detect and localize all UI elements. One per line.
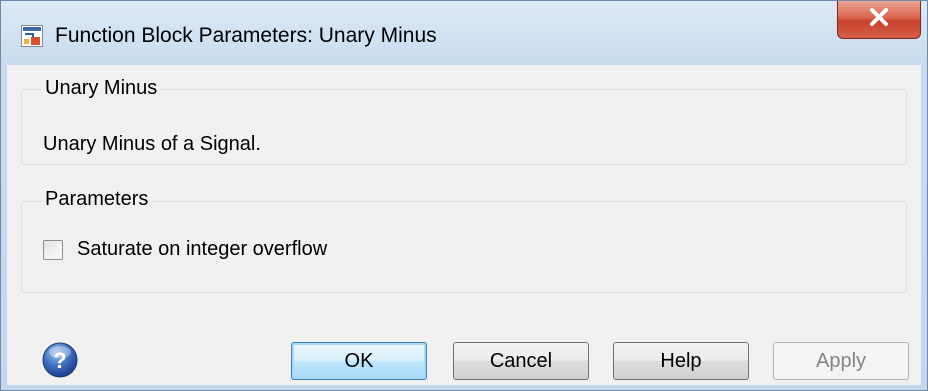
close-button[interactable] <box>837 1 921 39</box>
saturate-checkbox-label[interactable]: Saturate on integer overflow <box>77 238 327 261</box>
close-icon <box>868 8 890 31</box>
block-description: Unary Minus of a Signal. <box>43 133 261 155</box>
question-icon[interactable]: ? <box>41 341 79 379</box>
saturate-option[interactable]: Saturate on integer overflow <box>43 238 327 261</box>
ok-button[interactable]: OK <box>291 342 427 380</box>
cancel-button[interactable]: Cancel <box>453 342 589 380</box>
dialog-window: Function Block Parameters: Unary Minus U… <box>0 0 928 391</box>
svg-text:?: ? <box>53 348 66 373</box>
title-bar[interactable]: Function Block Parameters: Unary Minus <box>1 1 927 67</box>
parameters-group-label: Parameters <box>41 188 153 211</box>
description-group-label: Unary Minus <box>41 77 162 100</box>
dialog-body: Unary Minus Unary Minus of a Signal. Par… <box>7 65 921 385</box>
help-button[interactable]: Help <box>613 342 749 380</box>
saturate-checkbox[interactable] <box>43 239 63 260</box>
apply-button: Apply <box>773 342 909 380</box>
simulink-block-icon <box>21 25 43 47</box>
window-title: Function Block Parameters: Unary Minus <box>55 24 437 47</box>
